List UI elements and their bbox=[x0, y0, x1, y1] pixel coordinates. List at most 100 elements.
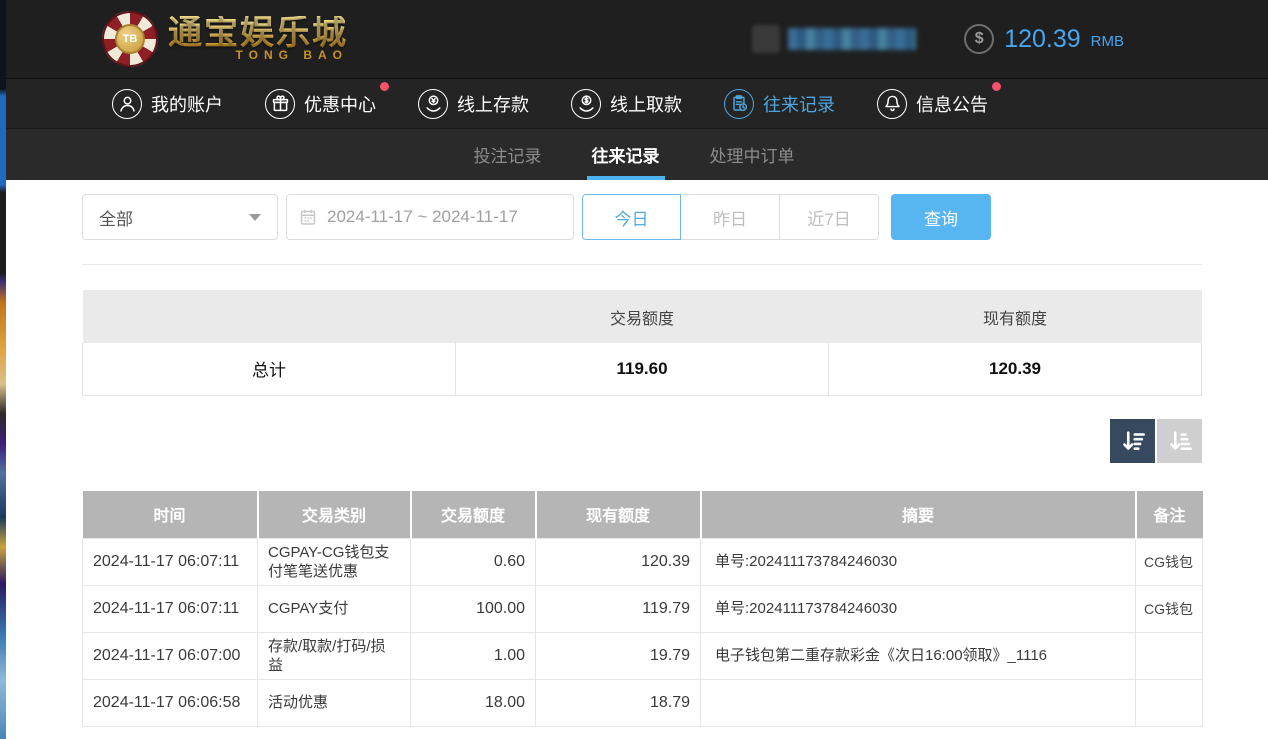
cell-note bbox=[1136, 680, 1203, 727]
summary-balance-total: 120.39 bbox=[829, 343, 1202, 395]
tab-transaction-records[interactable]: 往来记录 bbox=[589, 129, 663, 180]
chip-label: TB bbox=[115, 24, 145, 54]
bell-icon bbox=[877, 89, 907, 119]
tab-pending-orders[interactable]: 处理中订单 bbox=[707, 129, 798, 180]
cell-category: 活动优惠 bbox=[258, 680, 411, 727]
cell-balance: 19.79 bbox=[536, 633, 701, 680]
balance-currency: RMB bbox=[1091, 33, 1124, 50]
cell-balance: 119.79 bbox=[536, 586, 701, 633]
calendar-icon bbox=[299, 208, 317, 226]
casino-chip-icon: TB bbox=[102, 11, 158, 67]
col-header-amount: 交易额度 bbox=[411, 491, 536, 539]
top-header: TB 通宝娱乐城 TONG BAO $ 120.39 RMB bbox=[0, 0, 1268, 78]
summary-header-balance: 现有额度 bbox=[829, 290, 1202, 343]
divider bbox=[82, 264, 1202, 265]
cell-category: CGPAY支付 bbox=[258, 586, 411, 633]
cell-amount: 1.00 bbox=[411, 633, 536, 680]
nav-label: 线上取款 bbox=[610, 91, 682, 117]
username-blur bbox=[788, 28, 916, 50]
notification-dot bbox=[992, 82, 1001, 91]
col-header-time: 时间 bbox=[83, 491, 258, 539]
col-header-summary: 摘要 bbox=[701, 491, 1136, 539]
quick-today-button[interactable]: 今日 bbox=[582, 194, 681, 240]
cell-time: 2024-11-17 06:07:11 bbox=[83, 586, 258, 633]
col-header-balance: 现有额度 bbox=[536, 491, 701, 539]
sort-desc-icon bbox=[1120, 428, 1146, 454]
main-nav: 我的账户 优惠中心 线上存款 线上取款 往来记录 bbox=[0, 78, 1268, 128]
nav-item-announcements[interactable]: 信息公告 bbox=[877, 89, 988, 119]
summary-transaction-total: 119.60 bbox=[456, 343, 829, 395]
table-row: 2024-11-17 06:07:11 CGPAY支付 100.00 119.7… bbox=[83, 586, 1203, 633]
type-select-value: 全部 bbox=[99, 205, 133, 230]
quick-last7days-button[interactable]: 近7日 bbox=[780, 194, 879, 240]
cell-time: 2024-11-17 06:07:11 bbox=[83, 539, 258, 586]
user-icon bbox=[112, 89, 142, 119]
balance-display[interactable]: $ 120.39 RMB bbox=[964, 24, 1124, 54]
nav-item-my-account[interactable]: 我的账户 bbox=[112, 89, 223, 119]
withdraw-icon bbox=[571, 89, 601, 119]
sub-tabs: 投注记录 往来记录 处理中订单 bbox=[0, 128, 1268, 180]
cell-note: CG钱包 bbox=[1136, 539, 1203, 586]
records-icon bbox=[724, 89, 754, 119]
site-logo[interactable]: TB 通宝娱乐城 TONG BAO bbox=[102, 11, 348, 67]
nav-label: 往来记录 bbox=[763, 91, 835, 117]
brand-name: 通宝娱乐城 bbox=[168, 16, 348, 52]
summary-total-label: 总计 bbox=[83, 343, 456, 395]
sort-ascending-button[interactable] bbox=[1157, 419, 1202, 463]
cell-summary: 单号:202411173784246030 bbox=[701, 586, 1136, 633]
cell-time: 2024-11-17 06:06:58 bbox=[83, 680, 258, 727]
table-row: 2024-11-17 06:07:11 CGPAY-CG钱包支付笔笔送优惠 0.… bbox=[83, 539, 1203, 586]
cell-note: CG钱包 bbox=[1136, 586, 1203, 633]
sort-asc-icon bbox=[1167, 428, 1193, 454]
cell-summary: 电子钱包第二重存款彩金《次日16:00领取》_1116 bbox=[701, 633, 1136, 680]
summary-header-blank bbox=[83, 290, 456, 343]
nav-label: 优惠中心 bbox=[304, 91, 376, 117]
col-header-category: 交易类别 bbox=[258, 491, 411, 539]
cell-balance: 18.79 bbox=[536, 680, 701, 727]
balance-amount: 120.39 bbox=[1004, 25, 1080, 54]
summary-header-transaction: 交易额度 bbox=[456, 290, 829, 343]
search-button[interactable]: 查询 bbox=[891, 194, 991, 240]
table-row: 2024-11-17 06:06:58 活动优惠 18.00 18.79 bbox=[83, 680, 1203, 727]
cell-note bbox=[1136, 633, 1203, 680]
cell-summary: 单号:202411173784246030 bbox=[701, 539, 1136, 586]
date-range-value: 2024-11-17 ~ 2024-11-17 bbox=[327, 207, 518, 227]
records-header-row: 时间 交易类别 交易额度 现有额度 摘要 备注 bbox=[83, 491, 1203, 539]
type-select[interactable]: 全部 bbox=[82, 194, 278, 240]
quick-range-group: 今日 昨日 近7日 bbox=[582, 194, 879, 240]
table-row: 2024-11-17 06:07:00 存款/取款/打码/损益 1.00 19.… bbox=[83, 633, 1203, 680]
cell-amount: 100.00 bbox=[411, 586, 536, 633]
cell-summary bbox=[701, 680, 1136, 727]
nav-label: 线上存款 bbox=[457, 91, 529, 117]
user-avatar bbox=[752, 25, 780, 53]
main-content: 全部 2024-11-17 ~ 2024-11-17 今日 昨日 近7日 查询 … bbox=[82, 194, 1202, 727]
date-range-picker[interactable]: 2024-11-17 ~ 2024-11-17 bbox=[286, 194, 574, 240]
nav-label: 我的账户 bbox=[151, 91, 223, 117]
chevron-down-icon bbox=[249, 214, 261, 221]
col-header-note: 备注 bbox=[1136, 491, 1203, 539]
gift-icon bbox=[265, 89, 295, 119]
cell-category: 存款/取款/打码/损益 bbox=[258, 633, 411, 680]
nav-item-transactions[interactable]: 往来记录 bbox=[724, 89, 835, 119]
nav-item-withdraw[interactable]: 线上取款 bbox=[571, 89, 682, 119]
dollar-circle-icon: $ bbox=[964, 24, 994, 54]
notification-dot bbox=[380, 82, 389, 91]
records-table: 时间 交易类别 交易额度 现有额度 摘要 备注 2024-11-17 06:07… bbox=[82, 491, 1203, 728]
quick-yesterday-button[interactable]: 昨日 bbox=[681, 194, 780, 240]
summary-total-row: 总计 119.60 120.39 bbox=[83, 343, 1202, 395]
deposit-icon bbox=[418, 89, 448, 119]
username-redacted[interactable] bbox=[752, 25, 916, 53]
filter-row: 全部 2024-11-17 ~ 2024-11-17 今日 昨日 近7日 查询 bbox=[82, 194, 1202, 240]
sort-descending-button[interactable] bbox=[1110, 419, 1155, 463]
cell-amount: 18.00 bbox=[411, 680, 536, 727]
cell-time: 2024-11-17 06:07:00 bbox=[83, 633, 258, 680]
nav-item-promotions[interactable]: 优惠中心 bbox=[265, 89, 376, 119]
tab-betting-records[interactable]: 投注记录 bbox=[471, 129, 545, 180]
cell-amount: 0.60 bbox=[411, 539, 536, 586]
sort-controls bbox=[82, 419, 1202, 463]
nav-label: 信息公告 bbox=[916, 91, 988, 117]
summary-table: 交易额度 现有额度 总计 119.60 120.39 bbox=[82, 290, 1202, 396]
nav-item-deposit[interactable]: 线上存款 bbox=[418, 89, 529, 119]
left-edge-decoration bbox=[0, 0, 6, 739]
cell-category: CGPAY-CG钱包支付笔笔送优惠 bbox=[258, 539, 411, 586]
